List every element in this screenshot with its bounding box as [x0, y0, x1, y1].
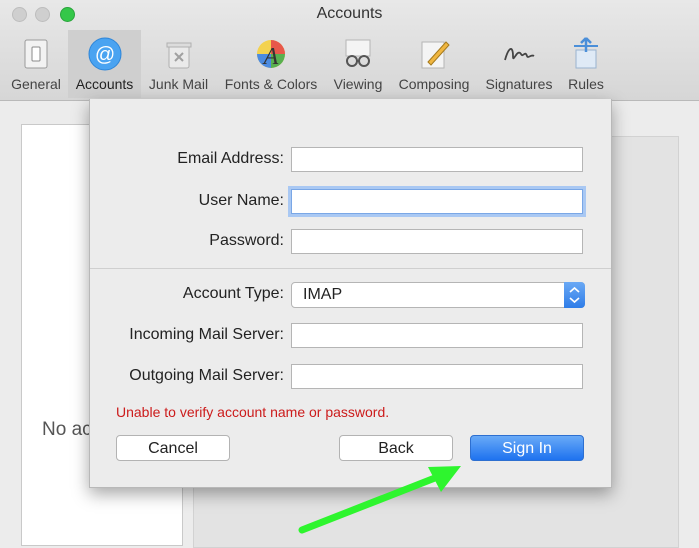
- password-label: Password:: [209, 232, 284, 249]
- toolbar-item-junk-mail[interactable]: Junk Mail: [142, 30, 215, 98]
- toolbar-item-label: Junk Mail: [148, 76, 209, 92]
- no-accounts-text: No ac: [42, 419, 92, 440]
- toolbar-item-viewing[interactable]: Viewing: [327, 30, 389, 98]
- at-sign-icon: @: [88, 37, 121, 71]
- email-row: Email Address:: [90, 147, 611, 175]
- toolbar-item-rules[interactable]: Rules: [561, 30, 611, 98]
- incoming-server-label: Incoming Mail Server:: [129, 326, 284, 343]
- add-account-sheet: Email Address: User Name: Password: Acco…: [89, 99, 612, 488]
- fonts-icon: A: [257, 40, 285, 70]
- outgoing-server-label: Outgoing Mail Server:: [129, 367, 284, 384]
- toolbar-item-accounts[interactable]: @ Accounts: [68, 30, 141, 98]
- pencil-icon: [421, 41, 450, 69]
- toolbar-item-label: General: [11, 76, 61, 92]
- username-row: User Name:: [90, 189, 611, 217]
- incoming-server-row: Incoming Mail Server:: [90, 323, 611, 351]
- email-label: Email Address:: [177, 150, 284, 167]
- rules-icon: [574, 37, 598, 69]
- svg-text:A: A: [262, 44, 279, 70]
- toolbar-item-composing[interactable]: Composing: [392, 30, 476, 98]
- signature-icon: [504, 48, 535, 61]
- username-field[interactable]: [291, 189, 583, 214]
- trash-icon: [166, 42, 191, 69]
- outgoing-server-field[interactable]: [291, 364, 583, 389]
- account-type-label: Account Type:: [182, 285, 284, 302]
- username-label: User Name:: [198, 192, 284, 209]
- toolbar-item-signatures[interactable]: Signatures: [478, 30, 560, 98]
- mail-preferences-window: Accounts General @ Accounts Junk Mail A …: [0, 0, 699, 548]
- email-field[interactable]: [291, 147, 583, 172]
- toolbar-item-label: Fonts & Colors: [224, 76, 318, 92]
- toolbar-item-label: Signatures: [485, 76, 553, 92]
- password-row: Password:: [90, 229, 611, 257]
- glasses-icon: [345, 39, 371, 67]
- password-field[interactable]: [291, 229, 583, 254]
- incoming-server-field[interactable]: [291, 323, 583, 348]
- back-button[interactable]: Back: [339, 435, 453, 461]
- toolbar-item-label: Viewing: [333, 76, 383, 92]
- toolbar-item-label: Rules: [568, 76, 604, 92]
- general-icon: [24, 39, 48, 69]
- account-type-row: Account Type: IMAP: [90, 282, 611, 310]
- account-type-select[interactable]: IMAP: [291, 282, 585, 308]
- toolbar-item-label: Accounts: [75, 76, 134, 92]
- section-divider: [90, 268, 611, 269]
- svg-text:@: @: [94, 44, 114, 66]
- sign-in-button[interactable]: Sign In: [470, 435, 584, 461]
- error-message: Unable to verify account name or passwor…: [116, 404, 390, 420]
- up-down-chevron-icon: [564, 282, 585, 308]
- account-type-value: IMAP: [303, 286, 343, 303]
- toolbar-item-label: Composing: [398, 76, 470, 92]
- toolbar-item-fonts-colors[interactable]: A Fonts & Colors: [218, 30, 324, 98]
- toolbar-item-general[interactable]: General: [3, 30, 69, 98]
- cancel-button[interactable]: Cancel: [116, 435, 230, 461]
- title-bar: Accounts General @ Accounts Junk Mail A …: [0, 0, 699, 101]
- window-title: Accounts: [316, 5, 383, 22]
- outgoing-server-row: Outgoing Mail Server:: [90, 364, 611, 392]
